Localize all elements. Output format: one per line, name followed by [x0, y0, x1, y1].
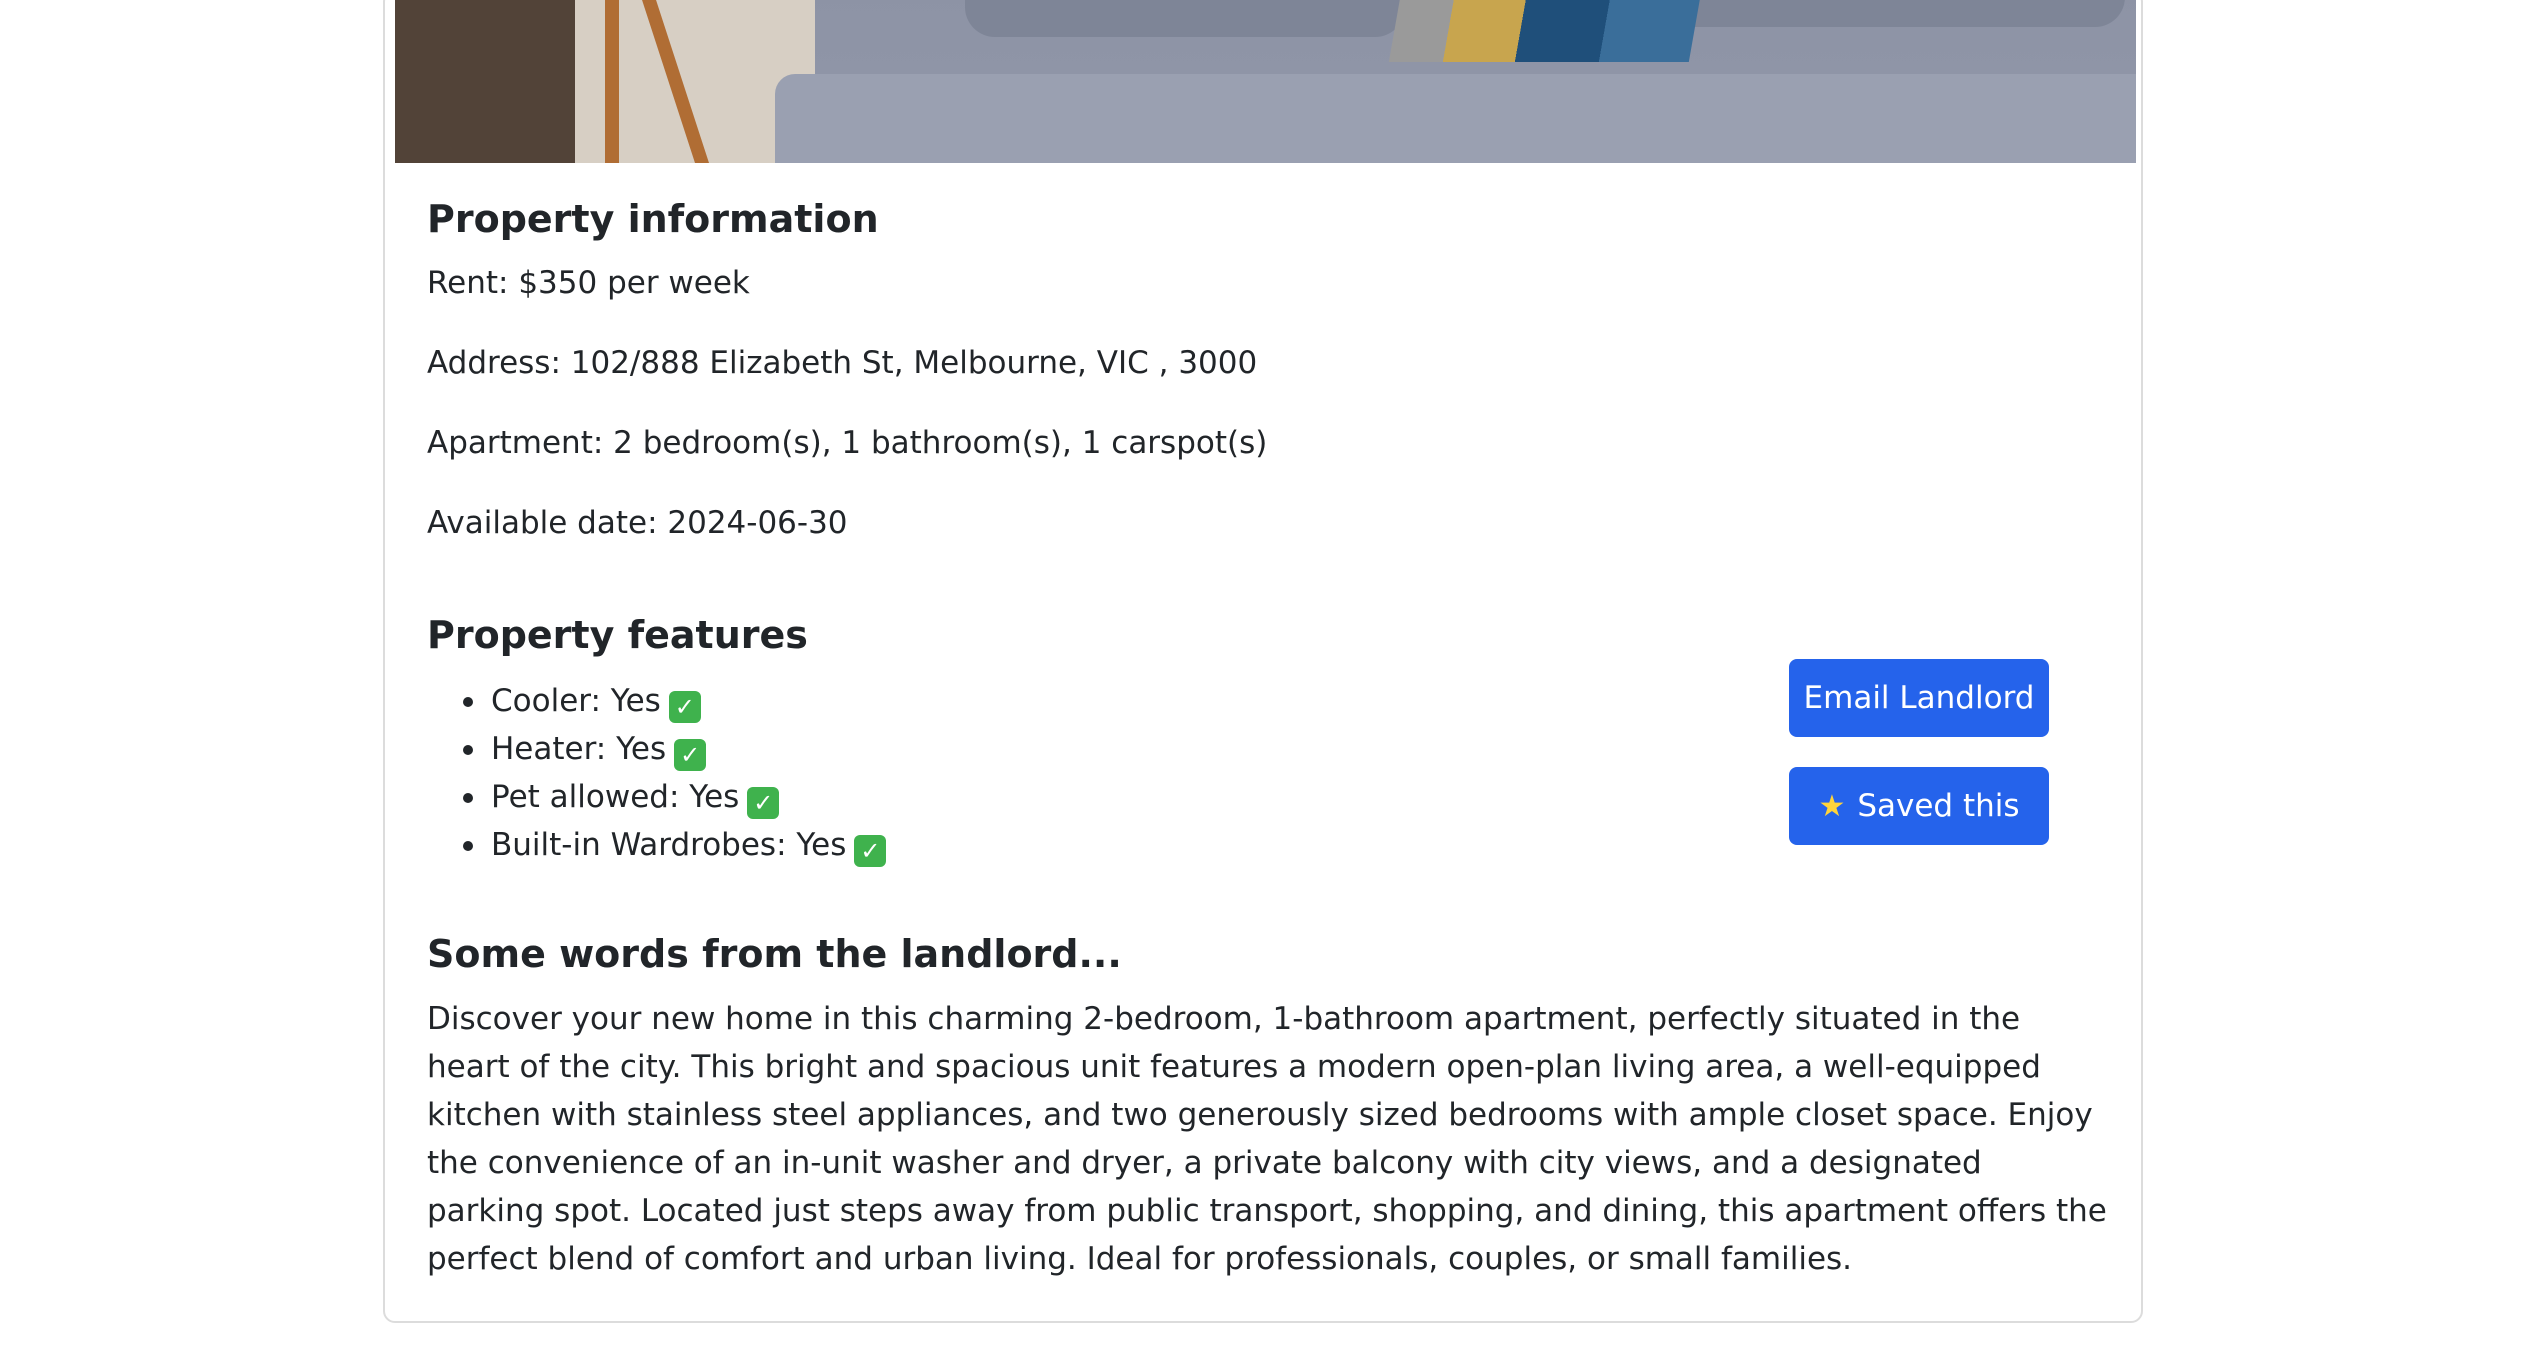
- star-icon: ★: [1818, 788, 1846, 824]
- apartment-text: Apartment: 2 bedroom(s), 1 bathroom(s), …: [427, 425, 1268, 461]
- address-text: Address: 102/888 Elizabeth St, Melbourne…: [427, 345, 1258, 381]
- feature-item-built-in-wardrobes: Built-in Wardrobes: Yes ✓: [427, 821, 887, 869]
- feature-item-heater: Heater: Yes ✓: [427, 725, 886, 773]
- property-photo: [395, 0, 2136, 163]
- landlord-description: Discover your new home in this charming …: [427, 1001, 2107, 1277]
- check-icon: ✓: [668, 691, 701, 723]
- saved-button-label: Saved this: [1857, 788, 2020, 824]
- check-icon: ✓: [854, 835, 887, 867]
- property-features-heading: Property features: [427, 613, 808, 657]
- feature-item-pet-allowed: Pet allowed: Yes ✓: [427, 773, 886, 821]
- features-list: Cooler: Yes ✓ Heater: Yes ✓ Pet allowed: Y…: [427, 677, 887, 869]
- rent-text: Rent: $350 per week: [427, 265, 750, 301]
- feature-item-cooler: Cooler: Yes ✓: [427, 677, 886, 725]
- email-landlord-button[interactable]: Email Landlord: [1789, 659, 2049, 737]
- saved-button[interactable]: ★ Saved this: [1789, 767, 2049, 845]
- check-icon: ✓: [674, 739, 707, 771]
- available-date-text: Available date: 2024-06-30: [427, 505, 848, 541]
- check-icon: ✓: [747, 787, 780, 819]
- property-card: Property information Rent: $350 per week…: [383, 0, 2143, 1323]
- landlord-words-heading: Some words from the landlord...: [427, 932, 1122, 976]
- property-info-heading: Property information: [427, 197, 879, 241]
